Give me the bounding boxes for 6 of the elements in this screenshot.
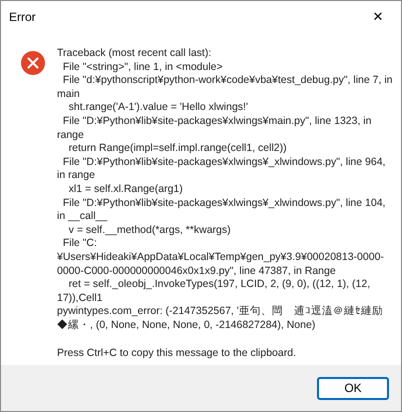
- error-message: Traceback (most recent call last): File "<string>", line 1, in <module> File "d:¥pythonscript¥python-work¥code¥vba¥test_debug.py", line 7, in main sht.range('A-1').value = 'Hello xlwings!' File "D:¥Python¥lib¥site-packages¥xlwings¥main.py", line 1323, in range return Range(impl=self.impl.range(cell1, cell2)) File "D:¥Python¥lib¥site-packages¥xlwings¥_xlwindows.py", line 964, in range xl1 = self.xl.Range(arg1) File "D:¥Python¥lib¥site-packages¥xlwings¥_xlwindows.py", line 104, in __call__ v = self.__method(*args, **kwargs) File "C:¥Users¥Hideaki¥AppData¥Local¥Temp¥gen_py¥3.9¥00020813-0000-0000-C000-000000000046x0x1x9.py", line 47387, in Range ret = self._oleobj_.InvokeTypes(197, LCID, 2, (9, 0), ((12, 1), (12, 17)),Cell1 pywintypes.com_error: (-2147352567, '亜句、閊 逋ｺ逕溘＠縺ｾ縺励◆縲・, (0, None, None, None, 0, -2146827284), None): [57, 47, 393, 332]
- error-icon: [21, 51, 45, 75]
- close-button[interactable]: ✕: [355, 1, 401, 33]
- window-title: Error: [9, 9, 36, 26]
- ok-button[interactable]: OK: [317, 376, 389, 400]
- copy-hint: Press Ctrl+C to copy this message to the clipboard.: [57, 346, 297, 360]
